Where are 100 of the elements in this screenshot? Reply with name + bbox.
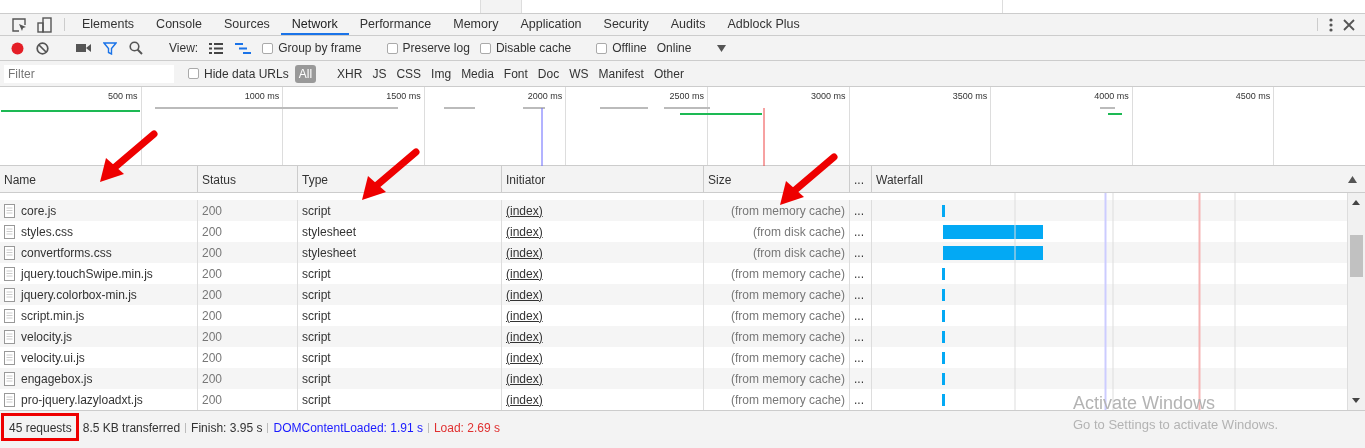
camera-icon[interactable] — [76, 43, 91, 53]
file-name[interactable]: core.js — [21, 203, 57, 218]
filter-icon[interactable] — [103, 41, 117, 55]
resource-type: script — [302, 371, 331, 386]
record-icon[interactable] — [11, 41, 24, 55]
scroll-up-icon[interactable] — [1352, 200, 1360, 205]
tab[interactable]: Network — [280, 14, 349, 35]
file-name[interactable]: pro-jquery.lazyloadxt.js — [21, 392, 143, 407]
initiator-link[interactable]: (index) — [506, 266, 543, 281]
checkbox[interactable] — [596, 42, 608, 54]
throttling-dropdown[interactable]: Online — [652, 41, 696, 55]
column-header[interactable]: Name — [4, 173, 36, 187]
file-icon — [4, 371, 15, 386]
device-icon[interactable] — [37, 16, 53, 33]
time-tick: 2000 ms — [527, 91, 563, 101]
file-name[interactable]: jquery.touchSwipe.min.js — [21, 266, 153, 281]
type-filter[interactable]: Doc — [533, 64, 564, 83]
time-tick: 4500 ms — [1235, 91, 1271, 101]
resource-type: script — [302, 329, 331, 344]
type-filter[interactable]: Other — [649, 64, 688, 83]
tab[interactable]: Elements — [71, 14, 146, 35]
resource-type: script — [302, 266, 331, 281]
time-tick: 1500 ms — [386, 91, 421, 101]
tab[interactable]: Application — [509, 14, 593, 35]
initiator-link[interactable]: (index) — [506, 203, 543, 218]
tab[interactable]: Sources — [213, 14, 281, 35]
initiator-link[interactable]: (index) — [506, 371, 543, 386]
file-icon — [4, 329, 15, 344]
type-filter[interactable]: Manifest — [594, 64, 648, 83]
sort-icon[interactable] — [1348, 176, 1357, 183]
column-header[interactable]: Size — [708, 173, 732, 187]
file-name[interactable]: convertforms.css — [21, 245, 112, 260]
initiator-link[interactable]: (index) — [506, 287, 543, 302]
file-name[interactable]: velocity.js — [21, 329, 73, 344]
scrollbar-thumb[interactable] — [1350, 235, 1363, 277]
file-icon — [4, 203, 15, 218]
column-header[interactable]: Waterfall — [876, 173, 923, 192]
tab[interactable]: Console — [145, 14, 213, 35]
type-filter[interactable]: Media — [457, 64, 498, 83]
time-tick: 3000 ms — [811, 91, 846, 101]
type-filter[interactable]: CSS — [392, 64, 426, 83]
initiator-link[interactable]: (index) — [506, 308, 543, 323]
initiator-link[interactable]: (index) — [506, 224, 543, 239]
size-value: (from memory cache) — [730, 266, 845, 281]
caret-icon[interactable] — [717, 44, 727, 52]
scrollbar[interactable] — [1347, 193, 1365, 410]
tab[interactable]: Adblock Plus — [716, 14, 811, 35]
annotation-arrow — [362, 148, 420, 200]
initiator-link[interactable]: (index) — [506, 392, 543, 407]
filter-field[interactable]: Filter — [4, 64, 174, 83]
status-code: 200 — [202, 329, 223, 344]
initiator-link[interactable]: (index) — [506, 245, 543, 260]
timing-bar — [942, 309, 945, 322]
clear-icon[interactable] — [36, 41, 49, 55]
type-filter[interactable]: Img — [427, 64, 456, 83]
time-tick: 2500 ms — [669, 91, 704, 101]
tab[interactable]: Memory — [442, 14, 510, 35]
file-icon — [4, 287, 15, 302]
file-name[interactable]: jquery.colorbox-min.js — [21, 287, 137, 302]
tab[interactable]: Performance — [348, 14, 443, 35]
size-value: (from memory cache) — [730, 203, 845, 218]
time-tick: 1000 ms — [244, 91, 280, 101]
status-code: 200 — [202, 287, 223, 302]
checkbox-label: Group by frame — [278, 41, 362, 55]
size-value: (from disk cache) — [752, 245, 845, 260]
type-filter[interactable]: Font — [499, 64, 532, 83]
tab[interactable]: Audits — [659, 14, 717, 35]
file-name[interactable]: engagebox.js — [21, 371, 93, 386]
checkbox[interactable] — [262, 42, 274, 54]
search-icon[interactable] — [129, 41, 143, 55]
scroll-down-icon[interactable] — [1352, 398, 1360, 403]
activation-notice-text: Go to Settings to activate Windows. — [1073, 417, 1279, 432]
column-header[interactable]: Initiator — [506, 173, 546, 187]
initiator-link[interactable]: (index) — [506, 350, 543, 365]
more-icon[interactable] — [1329, 17, 1333, 32]
status-text: Load: 2.69 s — [432, 422, 501, 433]
tab[interactable]: Security — [592, 14, 660, 35]
status-code: 200 — [202, 266, 223, 281]
timing-bar — [942, 393, 945, 406]
column-header[interactable]: Type — [302, 173, 328, 187]
initiator-link[interactable]: (index) — [506, 329, 543, 344]
file-name[interactable]: velocity.ui.js — [21, 350, 85, 365]
resource-type: stylesheet — [302, 224, 357, 239]
inspect-icon[interactable] — [11, 16, 27, 33]
more-cell: ... — [854, 245, 864, 260]
column-header[interactable]: ... — [854, 173, 864, 187]
checkbox[interactable] — [386, 42, 398, 54]
type-filter[interactable]: XHR — [333, 64, 367, 83]
checkbox[interactable] — [188, 68, 199, 79]
column-header[interactable]: Status — [202, 173, 237, 187]
waterfall-view-icon[interactable] — [235, 42, 252, 54]
checkbox[interactable] — [479, 42, 491, 54]
list-view-icon[interactable] — [209, 42, 224, 54]
close-icon[interactable] — [1343, 18, 1355, 31]
file-name[interactable]: script.min.js — [21, 308, 85, 323]
type-filter[interactable]: JS — [368, 64, 391, 83]
size-value: (from memory cache) — [730, 308, 845, 323]
more-cell: ... — [854, 392, 864, 407]
file-name[interactable]: styles.css — [21, 224, 73, 239]
type-filter[interactable]: WS — [565, 64, 593, 83]
